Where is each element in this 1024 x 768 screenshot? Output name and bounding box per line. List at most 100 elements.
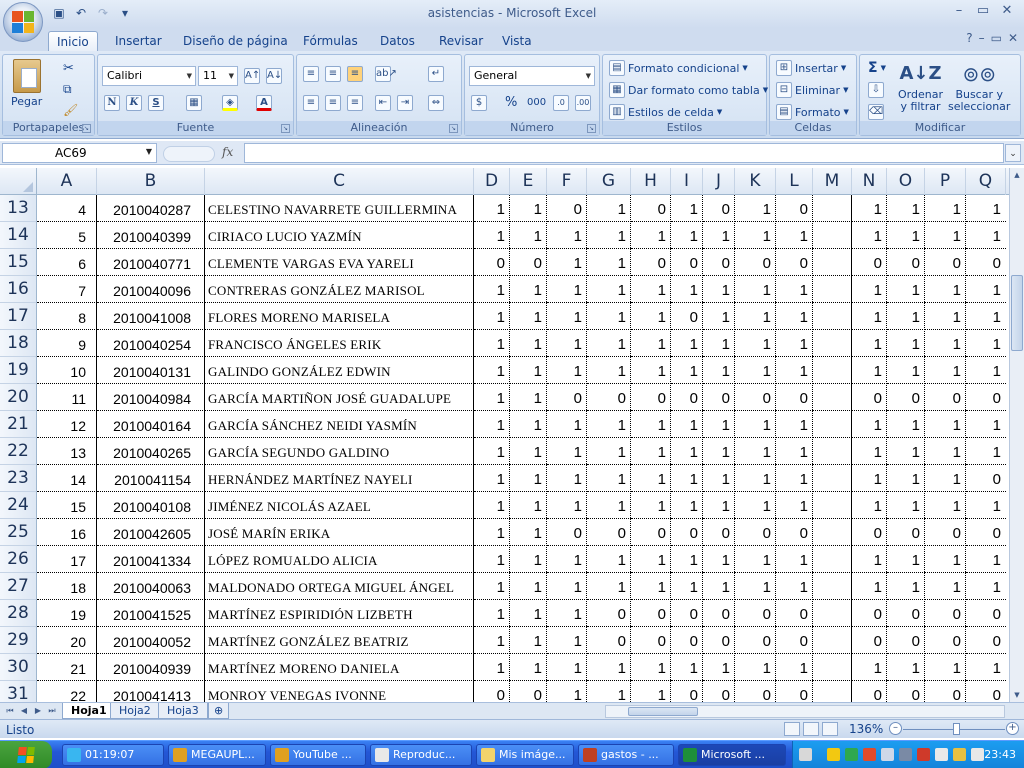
cell-attendance[interactable]: 1 <box>587 249 631 276</box>
zoom-level[interactable]: 136% <box>849 722 883 736</box>
cell-attendance[interactable]: 1 <box>852 222 887 249</box>
cell-attendance[interactable]: 1 <box>735 492 776 519</box>
dialog-launcher-icon[interactable]: ↘ <box>587 124 596 133</box>
cell-attendance[interactable]: 1 <box>671 222 703 249</box>
decrease-decimal-button[interactable]: .00 <box>575 95 591 111</box>
cell-attendance[interactable]: 0 <box>703 600 735 627</box>
tab-inicio[interactable]: Inicio <box>48 31 98 52</box>
cell-attendance[interactable]: 0 <box>631 249 671 276</box>
device-icon[interactable] <box>899 748 912 761</box>
scroll-up-icon[interactable]: ▲ <box>1011 168 1023 182</box>
cell-attendance[interactable]: 1 <box>852 195 887 222</box>
cell-attendance[interactable]: 1 <box>735 357 776 384</box>
align-right-button[interactable]: ≡ <box>347 95 363 111</box>
cell-student-id[interactable]: 2010041525 <box>97 600 205 627</box>
cell-attendance[interactable]: 0 <box>925 681 966 702</box>
cell-attendance[interactable]: 0 <box>474 681 510 702</box>
cell-attendance[interactable]: 1 <box>852 276 887 303</box>
cell-attendance[interactable]: 0 <box>671 303 703 330</box>
italic-button[interactable]: K <box>126 95 142 111</box>
find-select-button[interactable]: ⊚⊚ Buscar y seleccionar <box>948 59 1010 113</box>
cell-attendance[interactable]: 1 <box>510 411 547 438</box>
cell-attendance[interactable]: 1 <box>474 411 510 438</box>
cell-attendance[interactable]: 0 <box>966 627 1006 654</box>
cell-number[interactable]: 13 <box>37 438 97 465</box>
cell-attendance[interactable]: 1 <box>735 654 776 681</box>
row-header[interactable]: 13 <box>0 195 37 222</box>
cell-attendance[interactable]: 1 <box>510 654 547 681</box>
row-header[interactable]: 15 <box>0 249 37 276</box>
cell-attendance[interactable]: 0 <box>547 519 587 546</box>
cell-student-id[interactable]: 2010040164 <box>97 411 205 438</box>
cell-attendance[interactable]: 1 <box>735 222 776 249</box>
cell-student-id[interactable]: 2010040052 <box>97 627 205 654</box>
cell-attendance[interactable]: 1 <box>776 654 813 681</box>
cell-attendance[interactable]: 1 <box>852 465 887 492</box>
align-middle-button[interactable]: ≡ <box>325 66 341 82</box>
page-break-view-icon[interactable] <box>822 722 838 736</box>
cell-attendance[interactable]: 1 <box>474 330 510 357</box>
cell-number[interactable]: 16 <box>37 519 97 546</box>
help-icon[interactable]: ? <box>966 31 972 45</box>
cell-attendance[interactable]: 1 <box>510 627 547 654</box>
shield-icon[interactable] <box>827 748 840 761</box>
cell-attendance[interactable] <box>813 357 852 384</box>
cell-student-id[interactable]: 2010041008 <box>97 303 205 330</box>
workbook-restore-icon[interactable]: ▭ <box>991 31 1002 45</box>
cell-attendance[interactable]: 1 <box>735 573 776 600</box>
cell-student-name[interactable]: MONROY VENEGAS IVONNE <box>205 681 474 702</box>
cell-attendance[interactable]: 1 <box>703 492 735 519</box>
cell-attendance[interactable]: 1 <box>852 438 887 465</box>
fill-button[interactable]: ⇩ <box>868 82 884 98</box>
column-header-d[interactable]: D <box>474 168 510 195</box>
cell-student-name[interactable]: CONTRERAS GONZÁLEZ MARISOL <box>205 276 474 303</box>
cell-attendance[interactable] <box>813 222 852 249</box>
dialog-launcher-icon[interactable]: ↘ <box>449 124 458 133</box>
cell-attendance[interactable] <box>813 384 852 411</box>
font-color-button[interactable]: A <box>256 95 272 111</box>
row-header[interactable]: 23 <box>0 465 37 492</box>
accounting-format-button[interactable]: $ <box>471 95 487 111</box>
cell-attendance[interactable]: 1 <box>852 546 887 573</box>
cell-attendance[interactable] <box>813 249 852 276</box>
column-header-e[interactable]: E <box>510 168 547 195</box>
cell-number[interactable]: 7 <box>37 276 97 303</box>
cell-student-name[interactable]: MALDONADO ORTEGA MIGUEL ÁNGEL <box>205 573 474 600</box>
volume-icon[interactable] <box>935 748 948 761</box>
cell-attendance[interactable]: 1 <box>703 438 735 465</box>
cell-attendance[interactable]: 1 <box>510 492 547 519</box>
minimize-icon[interactable]: – <box>948 3 970 21</box>
cell-attendance[interactable]: 0 <box>671 519 703 546</box>
cell-student-id[interactable]: 2010040984 <box>97 384 205 411</box>
cell-attendance[interactable]: 0 <box>671 681 703 702</box>
cell-number[interactable]: 21 <box>37 654 97 681</box>
cell-attendance[interactable]: 1 <box>510 573 547 600</box>
cell-attendance[interactable]: 1 <box>925 276 966 303</box>
row-header[interactable]: 26 <box>0 546 37 573</box>
cell-attendance[interactable]: 1 <box>547 492 587 519</box>
borders-button[interactable]: ▦ <box>186 95 202 111</box>
orientation-button[interactable]: ab↗ <box>375 66 397 82</box>
cell-attendance[interactable]: 1 <box>735 411 776 438</box>
cell-attendance[interactable] <box>813 519 852 546</box>
cell-attendance[interactable]: 1 <box>925 438 966 465</box>
zoom-out-icon[interactable]: – <box>889 722 902 735</box>
cell-attendance[interactable]: 0 <box>966 384 1006 411</box>
horizontal-scrollbar[interactable] <box>605 705 1005 718</box>
normal-view-icon[interactable] <box>784 722 800 736</box>
cell-attendance[interactable]: 0 <box>776 249 813 276</box>
cell-attendance[interactable]: 1 <box>631 492 671 519</box>
cell-attendance[interactable]: 0 <box>776 384 813 411</box>
cell-attendance[interactable]: 1 <box>474 303 510 330</box>
cell-attendance[interactable]: 0 <box>887 519 925 546</box>
cell-attendance[interactable]: 1 <box>631 438 671 465</box>
cell-attendance[interactable]: 1 <box>925 222 966 249</box>
cell-attendance[interactable]: 0 <box>703 384 735 411</box>
cell-attendance[interactable]: 1 <box>887 546 925 573</box>
cell-attendance[interactable] <box>813 627 852 654</box>
column-header-m[interactable]: M <box>813 168 852 195</box>
cell-attendance[interactable]: 1 <box>852 573 887 600</box>
cell-attendance[interactable]: 1 <box>510 465 547 492</box>
column-header-i[interactable]: I <box>671 168 703 195</box>
cell-attendance[interactable]: 1 <box>776 357 813 384</box>
